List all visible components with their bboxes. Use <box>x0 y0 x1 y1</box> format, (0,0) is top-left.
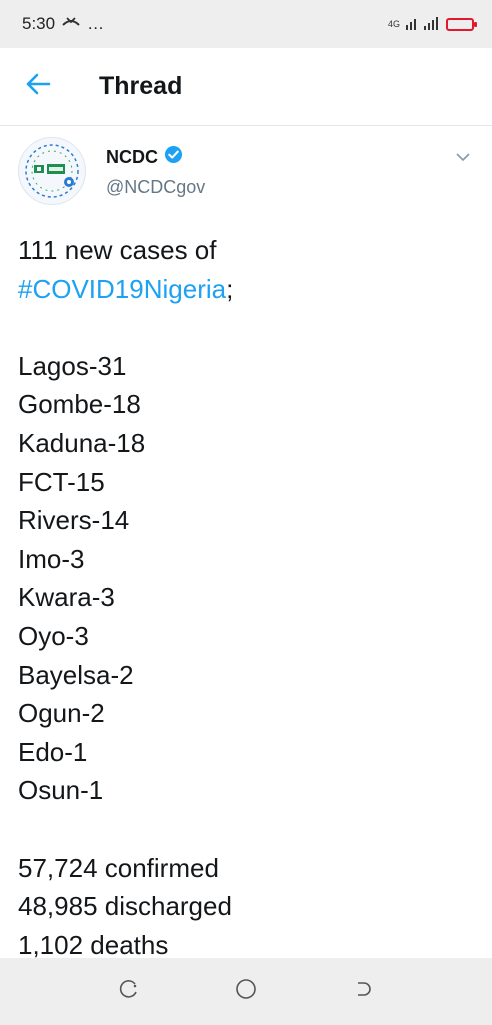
page-title: Thread <box>99 72 183 100</box>
tweet-text: 111 new cases of #COVID19Nigeria; Lagos-… <box>18 231 474 964</box>
battery-icon <box>446 17 477 31</box>
state-case-line: Ogun-2 <box>18 698 105 729</box>
tweet-intro-line: 111 new cases of <box>18 235 217 265</box>
state-case-line: Bayelsa-2 <box>18 659 134 690</box>
author-name-row[interactable]: NCDC <box>106 145 183 169</box>
status-right: 4G <box>387 16 477 33</box>
network-type-label: 4G <box>387 19 400 29</box>
more-notifications-icon: … <box>87 14 105 33</box>
avatar[interactable] <box>18 137 86 205</box>
system-back-button[interactable] <box>343 972 383 1012</box>
back-button[interactable] <box>15 64 61 110</box>
hashtag-suffix: ; <box>226 273 234 304</box>
recent-apps-icon <box>118 978 140 1005</box>
tweet[interactable]: NCDC @NCDCgov 111 new cases of #COVID19N… <box>0 127 492 964</box>
missed-call-icon <box>61 14 81 34</box>
tweet-hashtag-line: #COVID19Nigeria; <box>18 270 474 309</box>
author-name: NCDC <box>106 146 158 167</box>
state-case-line: Imo-3 <box>18 543 85 574</box>
recent-apps-button[interactable] <box>109 972 149 1012</box>
state-case-line: Rivers-14 <box>18 505 130 536</box>
state-case-line: FCT-15 <box>18 466 105 497</box>
total-confirmed: 57,724 confirmed <box>18 852 219 883</box>
status-left: 5:30 … <box>22 14 104 34</box>
tweet-options-button[interactable] <box>452 147 474 169</box>
status-bar: 5:30 … 4G <box>0 0 492 48</box>
home-button[interactable] <box>226 972 266 1012</box>
app-header: Thread <box>0 48 492 126</box>
back-icon <box>352 978 374 1005</box>
system-nav-bar <box>0 958 492 1025</box>
tweet-author-row: NCDC @NCDCgov <box>18 127 474 219</box>
verified-badge-icon <box>164 145 183 169</box>
status-time: 5:30 <box>22 14 56 33</box>
signal-icon <box>406 16 440 33</box>
state-case-line: Osun-1 <box>18 775 104 806</box>
total-discharged: 48,985 discharged <box>18 891 232 922</box>
state-case-line: Lagos-31 <box>18 350 127 381</box>
chevron-down-icon <box>455 149 471 167</box>
state-case-line: Kwara-3 <box>18 582 115 613</box>
arrow-left-icon <box>25 73 51 100</box>
hashtag-link[interactable]: #COVID19Nigeria <box>18 274 226 304</box>
state-case-line: Gombe-18 <box>18 389 141 420</box>
state-case-line: Edo-1 <box>18 736 88 767</box>
author-handle[interactable]: @NCDCgov <box>106 177 205 198</box>
home-icon <box>234 977 258 1006</box>
state-case-line: Kaduna-18 <box>18 427 146 458</box>
state-case-line: Oyo-3 <box>18 620 89 651</box>
